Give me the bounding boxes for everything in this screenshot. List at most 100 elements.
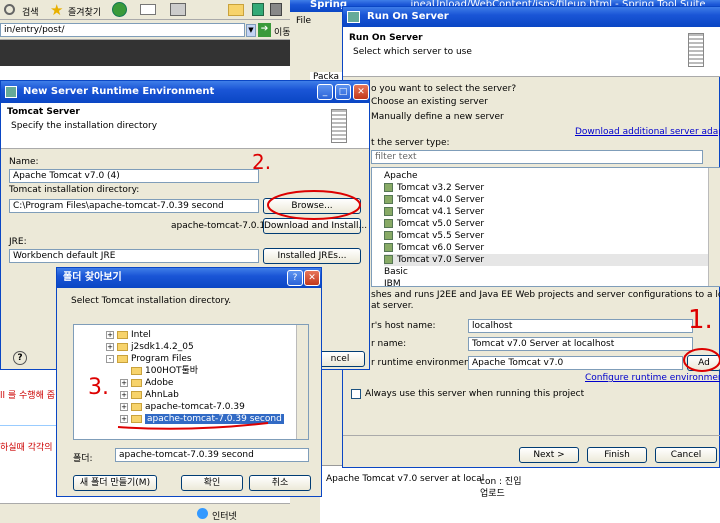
server-type-list[interactable]: Apache Tomcat v3.2 Server Tomcat v4.0 Se… xyxy=(371,167,720,287)
server-label: Tomcat v7.0 Server xyxy=(397,255,485,265)
tree-item-intel[interactable]: + Intel xyxy=(74,329,308,341)
expand-icon[interactable]: + xyxy=(120,378,128,387)
history-icon[interactable] xyxy=(112,2,127,17)
help-icon[interactable]: ? xyxy=(287,270,303,286)
help-icon[interactable]: ? xyxy=(13,351,27,365)
manual-define-radio[interactable]: Manually define a new server xyxy=(371,112,504,122)
group-apache[interactable]: Apache xyxy=(384,170,720,182)
download-adapters-link[interactable]: Download additional server adapters xyxy=(575,127,720,137)
host-name-field[interactable]: localhost xyxy=(468,319,693,333)
server-name-label: r name: xyxy=(371,339,407,349)
tree-item-label: AhnLab xyxy=(145,390,179,400)
finish-button[interactable]: Finish xyxy=(587,447,647,463)
runtime-name-label: Name: xyxy=(9,157,39,167)
server-name-field[interactable]: Tomcat v7.0 Server at localhost xyxy=(468,337,693,351)
group-ibm[interactable]: IBM xyxy=(384,278,720,286)
ros-title: Run On Server xyxy=(367,11,449,22)
add-runtime-button[interactable]: Ad xyxy=(687,355,720,371)
go-button[interactable]: 이동 xyxy=(274,25,291,38)
folder-icon xyxy=(131,414,142,423)
collapse-icon[interactable]: - xyxy=(106,354,114,363)
server-icon xyxy=(384,183,393,192)
annotation-step-1: 1. xyxy=(688,305,713,335)
folder-tree-scrollbar[interactable] xyxy=(296,325,308,439)
folder-icon xyxy=(117,342,128,351)
tree-item-100hot[interactable]: 100HOT툴바 xyxy=(74,365,308,377)
server-item[interactable]: Tomcat v3.2 Server xyxy=(384,182,720,194)
blog-text-1: ll 를 수행해 줍 xyxy=(0,391,55,401)
server-description-2: at server. xyxy=(371,301,414,311)
minimize-icon[interactable]: _ xyxy=(317,84,333,100)
new-folder-button[interactable]: 새 폴더 만들기(M) xyxy=(73,475,157,491)
search-button[interactable]: 검색 xyxy=(22,5,39,18)
blog-text-2: 하실때 각각의 xyxy=(0,443,53,453)
fb-title-bar: 폴더 찾아보기 xyxy=(57,268,321,288)
server-item[interactable]: Tomcat v4.0 Server xyxy=(384,194,720,206)
server-icon xyxy=(384,231,393,240)
annotation-step-3: 3. xyxy=(88,375,109,400)
server-item[interactable]: Tomcat v6.0 Server xyxy=(384,242,720,254)
tree-item-tomcat-second[interactable]: + apache-tomcat-7.0.39 second xyxy=(74,413,308,425)
expand-icon[interactable]: + xyxy=(120,414,128,423)
maximize-icon[interactable]: □ xyxy=(335,84,351,100)
close-icon[interactable]: ✕ xyxy=(353,84,369,100)
tree-item-adobe[interactable]: + Adobe xyxy=(74,377,308,389)
close-icon[interactable]: ✕ xyxy=(304,270,320,286)
tree-item-ahnlab[interactable]: + AhnLab xyxy=(74,389,308,401)
fb-ok-button[interactable]: 확인 xyxy=(181,475,243,491)
ros-header: Run On Server Select which server to use xyxy=(343,27,720,77)
expand-icon[interactable]: + xyxy=(120,402,128,411)
always-use-label: Always use this server when running this… xyxy=(365,389,585,399)
installed-jres-button[interactable]: Installed JREs... xyxy=(263,248,361,264)
folder-icon xyxy=(131,378,142,387)
browse-button[interactable]: Browse... xyxy=(263,198,361,214)
server-item[interactable]: Tomcat v5.0 Server xyxy=(384,218,720,230)
configure-runtime-link[interactable]: Configure runtime environments... xyxy=(585,373,720,383)
browser-toolbar: 검색 ★ 즐겨찾기 xyxy=(0,0,300,20)
expand-icon[interactable]: + xyxy=(106,330,114,339)
file-menu[interactable]: File xyxy=(296,16,311,26)
jre-select[interactable]: Workbench default JRE xyxy=(9,249,259,263)
runtime-name-field[interactable]: Apache Tomcat v7.0 (4) xyxy=(9,169,259,183)
dropdown-arrow-icon[interactable]: ▼ xyxy=(246,24,256,37)
favorites-button[interactable]: 즐겨찾기 xyxy=(68,5,101,18)
choose-existing-radio[interactable]: Choose an existing server xyxy=(371,97,488,107)
expand-icon[interactable]: + xyxy=(120,390,128,399)
tree-item-j2sdk[interactable]: + j2sdk1.4.2_05 xyxy=(74,341,308,353)
install-dir-field[interactable]: C:\Program Files\apache-tomcat-7.0.39 se… xyxy=(9,199,259,213)
server-item[interactable]: Tomcat v4.1 Server xyxy=(384,206,720,218)
nsr-cancel-button[interactable]: ncel xyxy=(315,351,365,367)
print-icon[interactable] xyxy=(170,3,186,16)
server-list-scrollbar[interactable] xyxy=(708,168,720,286)
ros-cancel-button[interactable]: Cancel xyxy=(655,447,717,463)
fb-cancel-button[interactable]: 취소 xyxy=(249,475,311,491)
server-label: Tomcat v6.0 Server xyxy=(397,243,485,253)
tree-item-tomcat[interactable]: + apache-tomcat-7.0.39 xyxy=(74,401,308,413)
next-button[interactable]: Next > xyxy=(519,447,579,463)
mail-icon[interactable] xyxy=(140,4,156,15)
runtime-env-select[interactable]: Apache Tomcat v7.0 xyxy=(468,356,683,370)
always-use-checkbox[interactable] xyxy=(351,389,361,399)
tree-item-program-files[interactable]: - Program Files xyxy=(74,353,308,365)
address-input[interactable]: in/entry/post/ xyxy=(0,23,245,37)
folder-name-field[interactable]: apache-tomcat-7.0.39 second xyxy=(115,448,309,462)
go-arrow-icon[interactable]: ➔ xyxy=(258,23,271,37)
window-icon-2[interactable] xyxy=(270,3,282,16)
server-item-selected[interactable]: Tomcat v7.0 Server xyxy=(384,254,720,266)
tree-item-label: Program Files xyxy=(131,354,192,364)
star-icon[interactable]: ★ xyxy=(50,1,63,19)
fb-instruction: Select Tomcat installation directory. xyxy=(71,296,232,306)
nsr-subtitle: Specify the installation directory xyxy=(11,121,158,131)
tree-item-label: j2sdk1.4.2_05 xyxy=(131,342,194,352)
ros-app-icon xyxy=(347,11,360,23)
expand-icon[interactable]: + xyxy=(106,342,114,351)
group-basic[interactable]: Basic xyxy=(384,266,720,278)
server-label: Tomcat v5.5 Server xyxy=(397,231,485,241)
server-label: Tomcat v5.0 Server xyxy=(397,219,485,229)
download-install-button[interactable]: Download and Install... xyxy=(263,218,367,234)
window-icon[interactable] xyxy=(252,3,264,16)
search-icon[interactable] xyxy=(4,4,15,15)
folder-icon[interactable] xyxy=(228,4,244,16)
server-item[interactable]: Tomcat v5.5 Server xyxy=(384,230,720,242)
filter-input[interactable]: filter text xyxy=(371,150,703,164)
